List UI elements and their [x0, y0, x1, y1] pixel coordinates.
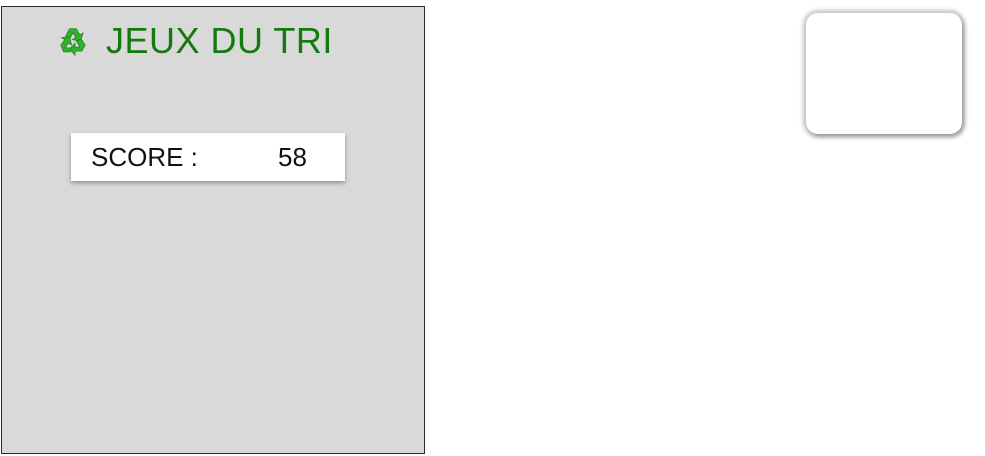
score-value: 58: [278, 142, 307, 172]
score-box: SCORE : 58: [71, 133, 345, 181]
score-label: SCORE :: [91, 142, 198, 172]
game-title-text: JEUX DU TRI: [106, 20, 333, 61]
game-page: JEUX DU TRI SCORE : 58: [0, 0, 985, 456]
game-title: JEUX DU TRI: [56, 21, 333, 61]
game-panel: JEUX DU TRI SCORE : 58: [1, 6, 425, 454]
drop-card[interactable]: [806, 13, 962, 134]
recycle-icon: [60, 28, 86, 57]
